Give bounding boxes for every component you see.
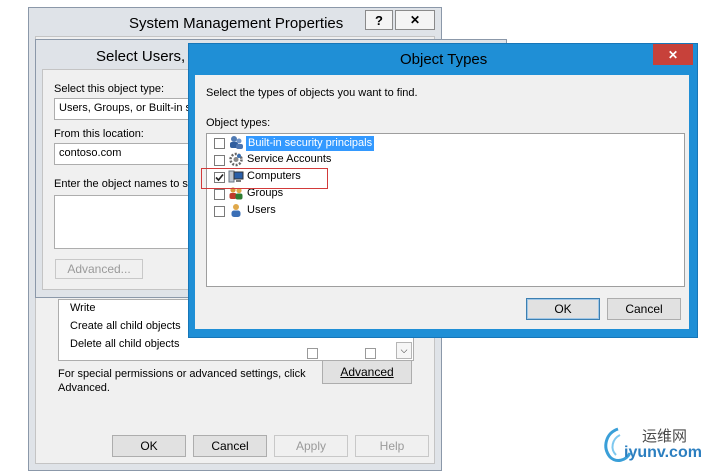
builtin-label: Built-in security principals [246, 136, 375, 151]
object-type-field: Users, Groups, or Built-in se [54, 98, 194, 120]
permission-write: Write [70, 302, 96, 314]
enter-names-label: Enter the object names to se [54, 178, 195, 190]
deny-checkbox[interactable] [365, 348, 376, 359]
permission-delete-child: Delete all child objects [70, 338, 180, 350]
object-types-ok-button[interactable]: OK [526, 298, 600, 320]
ok-button[interactable]: OK [112, 435, 186, 457]
object-types-close-button[interactable]: ✕ [653, 44, 693, 65]
system-properties-title: System Management Properties [129, 15, 344, 32]
users-label: Users [247, 204, 276, 216]
help-bottom-button[interactable]: Help [355, 435, 429, 457]
close-button[interactable]: ✕ [395, 10, 435, 30]
advanced-search-button[interactable]: Advanced... [55, 259, 143, 279]
checkbox-groups[interactable] [214, 189, 225, 200]
select-users-title: Select Users, C [96, 48, 201, 65]
list-item[interactable]: Built-in security principals [207, 135, 607, 152]
scrollbar-down-arrow[interactable]: ⌵ [396, 342, 412, 359]
apply-button[interactable]: Apply [274, 435, 348, 457]
object-types-list[interactable]: Built-in security principals Service Acc… [201, 133, 685, 287]
object-names-textarea[interactable] [54, 195, 196, 249]
object-types-label-text: Object types: [206, 117, 271, 129]
object-type-label: Select this object type: [54, 83, 165, 95]
watermark-url-text: iyunv.com [624, 444, 702, 461]
security-principals-icon [228, 135, 244, 150]
object-types-title: Object Types [400, 51, 488, 68]
watermark-cn-text: 运维网 [642, 427, 688, 445]
object-types-cancel-button[interactable]: Cancel [607, 298, 681, 320]
user-icon [228, 203, 244, 218]
builtin-label-text: Built-in security principals [248, 137, 373, 149]
checkbox-service-accounts[interactable] [214, 155, 225, 166]
allow-checkbox[interactable] [307, 348, 318, 359]
permission-create-child: Create all child objects [70, 320, 181, 332]
object-types-body: Select the types of objects you want to … [195, 75, 689, 329]
service-accounts-label: Service Accounts [247, 153, 332, 165]
help-button[interactable]: ? [365, 10, 393, 30]
cancel-button[interactable]: Cancel [193, 435, 267, 457]
checkbox-users[interactable] [214, 206, 225, 217]
object-types-window: Object Types ✕ Select the types of objec… [188, 43, 698, 338]
list-item[interactable]: Users [207, 203, 607, 220]
object-types-label: Object types: [206, 117, 270, 129]
service-accounts-icon [228, 152, 244, 167]
instruction-text: Select the types of objects you want to … [206, 87, 418, 99]
special-permissions-text-1: For special permissions or advanced sett… [58, 368, 306, 380]
special-permissions-text-2: Advanced. [58, 382, 110, 394]
watermark-logo: 运维网 iyunv.com [600, 423, 704, 468]
location-label: From this location: [54, 128, 144, 140]
advanced-button[interactable]: Advanced [322, 360, 412, 384]
close-icon: ✕ [667, 47, 679, 62]
advanced-button-label: Advanced [340, 365, 394, 379]
computers-highlight [201, 168, 328, 189]
list-item[interactable]: Service Accounts [207, 152, 607, 169]
checkbox-builtin[interactable] [214, 138, 225, 149]
location-field: contoso.com [54, 143, 194, 165]
